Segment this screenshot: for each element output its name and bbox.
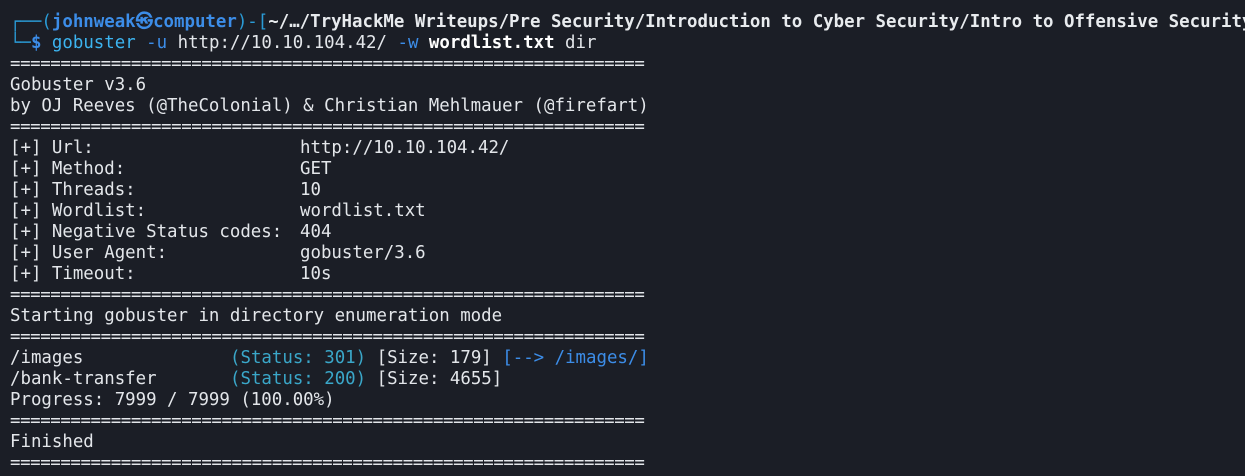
config-value: 404 [300,222,332,242]
command-flag-u: -u [146,33,168,53]
config-value: 10 [300,180,321,200]
config-value: wordlist.txt [300,201,426,221]
config-value: GET [300,159,332,179]
banner-authors: by OJ Reeves (@TheColonial) & Christian … [10,96,649,116]
result-row: /images (Status: 301) [Size: 179] [--> /i… [10,348,1245,369]
prompt-user: johnweak [51,12,136,32]
config-row: [+] Timeout: 10s [10,264,1245,285]
banner-version: Gobuster v3.6 [10,75,147,95]
result-row: /bank-transfer (Status: 200) [Size: 4655] [10,369,1245,390]
command-binary: gobuster [51,33,136,53]
config-row: [+] Method: GET [10,159,1245,180]
prompt-corner-top: ┌──( [10,12,52,32]
result-redirect: [--> /images/] [502,348,649,368]
separator: ========================================… [10,54,645,74]
result-path: /bank-transfer [10,369,157,389]
prompt-host: computer [153,12,237,32]
config-row: [+] User Agent: gobuster/3.6 [10,243,1245,264]
separator: ========================================… [10,411,645,431]
terminal-window[interactable]: ┌──(johnweak ㉿ computer)-[~/…/TryHackMe Wr… [0,0,1245,476]
result-size: [Size: 4655] [376,369,503,389]
skull-icon: ㉿ [135,12,154,32]
prompt-corner-bottom: └─ [10,33,31,53]
config-value: http://10.10.104.42/ [300,138,510,158]
config-value: 10s [300,264,332,284]
prompt-dollar: $ [30,33,52,53]
result-size: [Size: 179] [376,348,492,368]
separator: ========================================… [10,453,645,473]
config-key: [+] User Agent: [10,243,168,263]
config-row: [+] Url: http://10.10.104.42/ [10,138,1245,159]
config-key: [+] Negative Status codes: [10,222,283,242]
config-key: [+] Wordlist: [10,201,147,221]
command-line[interactable]: └─ $ gobuster -u http://10.10.104.42/ -w … [10,33,1245,54]
command-flag-w: -w [397,33,419,53]
config-row: [+] Threads: 10 [10,180,1245,201]
command-url: http://10.10.104.42/ [177,33,387,53]
result-status: (Status: 301) [230,348,367,368]
command-wordlist: wordlist.txt [428,33,555,53]
separator: ========================================… [10,285,645,305]
config-key: [+] Timeout: [10,264,136,284]
config-key: [+] Threads: [10,180,136,200]
config-row: [+] Negative Status codes: 404 [10,222,1245,243]
config-row: [+] Wordlist: wordlist.txt [10,201,1245,222]
prompt-line: ┌──(johnweak ㉿ computer)-[~/…/TryHackMe Wr… [10,12,1245,33]
progress-line: Progress: 7999 / 7999 (100.00%) [10,390,335,410]
result-path: /images [10,348,84,368]
config-key: [+] Url: [10,138,94,158]
separator: ========================================… [10,117,645,137]
command-mode: dir [565,33,597,53]
config-value: gobuster/3.6 [300,243,426,263]
config-key: [+] Method: [10,159,126,179]
separator: ========================================… [10,327,645,347]
finished-message: Finished [10,432,94,452]
prompt-path: ~/…/TryHackMe Writeups/Pre Security/Intr… [268,12,1245,32]
prompt-mid: )-[ [236,12,269,32]
result-status: (Status: 200) [230,369,367,389]
start-message: Starting gobuster in directory enumerati… [10,306,503,326]
